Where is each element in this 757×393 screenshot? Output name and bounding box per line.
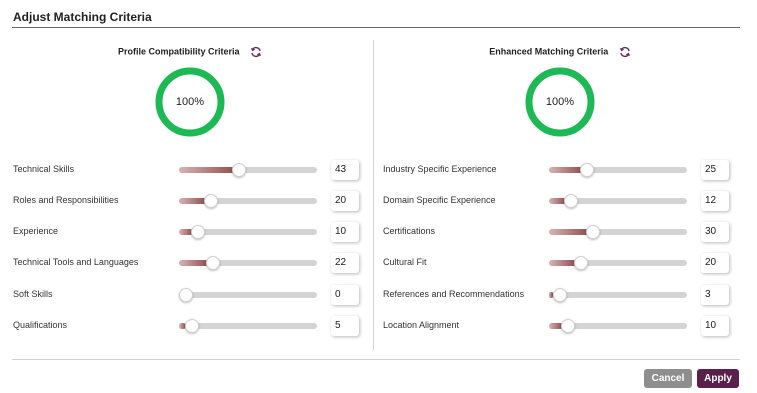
- slider-thumb[interactable]: [185, 319, 200, 333]
- criteria-slider[interactable]: [549, 194, 687, 208]
- criteria-value-input[interactable]: 3: [701, 285, 729, 305]
- criteria-row: Technical Tools and Languages 22: [12, 253, 372, 273]
- slider-fill: [549, 229, 591, 235]
- criteria-value-input[interactable]: 30: [701, 222, 729, 242]
- apply-button[interactable]: Apply: [697, 369, 739, 388]
- criteria-row: References and Recommendations 3: [382, 285, 742, 305]
- criteria-slider[interactable]: [179, 194, 317, 208]
- slider-thumb[interactable]: [552, 288, 567, 302]
- criteria-label: Roles and Responsibilities: [13, 195, 119, 205]
- slider-thumb[interactable]: [191, 225, 206, 239]
- criteria-value-input[interactable]: 25: [701, 160, 729, 180]
- criteria-value-input[interactable]: 10: [701, 316, 729, 336]
- slider-thumb[interactable]: [232, 163, 247, 177]
- criteria-value-input[interactable]: 5: [331, 316, 359, 336]
- profile-compatibility-panel: Profile Compatibility Criteria 100% Tech…: [12, 40, 372, 350]
- slider-thumb[interactable]: [179, 288, 193, 302]
- criteria-label: References and Recommendations: [383, 289, 525, 299]
- criteria-row: Qualifications 5: [12, 316, 372, 336]
- slider-thumb[interactable]: [573, 256, 588, 270]
- criteria-row: Experience 10: [12, 222, 372, 242]
- slider-fill: [549, 260, 577, 266]
- criteria-value-input[interactable]: 12: [701, 191, 729, 211]
- slider-fill: [549, 167, 584, 173]
- criteria-value-input[interactable]: 20: [701, 253, 729, 273]
- criteria-row: Certifications 30: [382, 222, 742, 242]
- criteria-slider[interactable]: [549, 256, 687, 270]
- criteria-value-input[interactable]: 43: [331, 160, 359, 180]
- criteria-value-input[interactable]: 0: [331, 285, 359, 305]
- matching-gauge: 100%: [524, 66, 596, 138]
- cancel-button[interactable]: Cancel: [644, 369, 692, 388]
- criteria-value-input[interactable]: 22: [331, 253, 359, 273]
- slider-thumb[interactable]: [563, 194, 578, 208]
- gauge-value: 100%: [545, 96, 575, 108]
- criteria-row: Technical Skills 43: [12, 160, 372, 180]
- criteria-label: Experience: [13, 226, 59, 236]
- criteria-slider[interactable]: [179, 288, 317, 302]
- criteria-label: Location Alignment: [383, 320, 460, 330]
- criteria-label: Certifications: [383, 226, 436, 236]
- criteria-row: Domain Specific Experience 12: [382, 191, 742, 211]
- criteria-slider[interactable]: [179, 319, 317, 333]
- criteria-slider[interactable]: [179, 163, 317, 177]
- criteria-label: Technical Skills: [13, 164, 75, 174]
- criteria-label: Soft Skills: [13, 289, 53, 299]
- panel-title: Profile Compatibility Criteria: [117, 46, 240, 57]
- criteria-row: Roles and Responsibilities 20: [12, 191, 372, 211]
- title-divider: [12, 27, 740, 28]
- criteria-label: Domain Specific Experience: [383, 195, 496, 205]
- footer-divider: [12, 359, 740, 360]
- panel-heading: Enhanced Matching Criteria: [382, 46, 738, 58]
- panel-title: Enhanced Matching Criteria: [489, 46, 609, 57]
- criteria-slider[interactable]: [549, 288, 687, 302]
- dialog-title: Adjust Matching Criteria: [13, 10, 152, 24]
- criteria-slider[interactable]: [549, 319, 687, 333]
- criteria-row: Soft Skills 0: [12, 285, 372, 305]
- criteria-label: Industry Specific Experience: [383, 164, 497, 174]
- refresh-icon[interactable]: [619, 46, 631, 58]
- slider-fill: [179, 260, 210, 266]
- slider-thumb[interactable]: [561, 319, 576, 333]
- slider-fill: [179, 167, 239, 173]
- criteria-label: Cultural Fit: [383, 257, 427, 267]
- criteria-row: Cultural Fit 20: [382, 253, 742, 273]
- criteria-slider[interactable]: [549, 163, 687, 177]
- gauge-value: 100%: [175, 96, 205, 108]
- slider-thumb[interactable]: [203, 194, 218, 208]
- criteria-slider[interactable]: [179, 256, 317, 270]
- slider-thumb[interactable]: [580, 163, 594, 177]
- criteria-value-input[interactable]: 20: [331, 191, 359, 211]
- compatibility-gauge: 100%: [154, 66, 226, 138]
- panel-divider: [373, 40, 374, 350]
- slider-thumb[interactable]: [586, 225, 601, 239]
- slider-thumb[interactable]: [206, 256, 221, 270]
- refresh-icon[interactable]: [250, 46, 262, 58]
- panel-heading: Profile Compatibility Criteria: [12, 46, 368, 58]
- criteria-row: Location Alignment 10: [382, 316, 742, 336]
- criteria-label: Technical Tools and Languages: [13, 257, 139, 267]
- criteria-row: Industry Specific Experience 25: [382, 160, 742, 180]
- enhanced-matching-panel: Enhanced Matching Criteria 100% Industry…: [382, 40, 742, 350]
- slider-fill: [179, 198, 207, 204]
- criteria-slider[interactable]: [549, 225, 687, 239]
- criteria-value-input[interactable]: 10: [331, 222, 359, 242]
- criteria-slider[interactable]: [179, 225, 317, 239]
- criteria-label: Qualifications: [13, 320, 68, 330]
